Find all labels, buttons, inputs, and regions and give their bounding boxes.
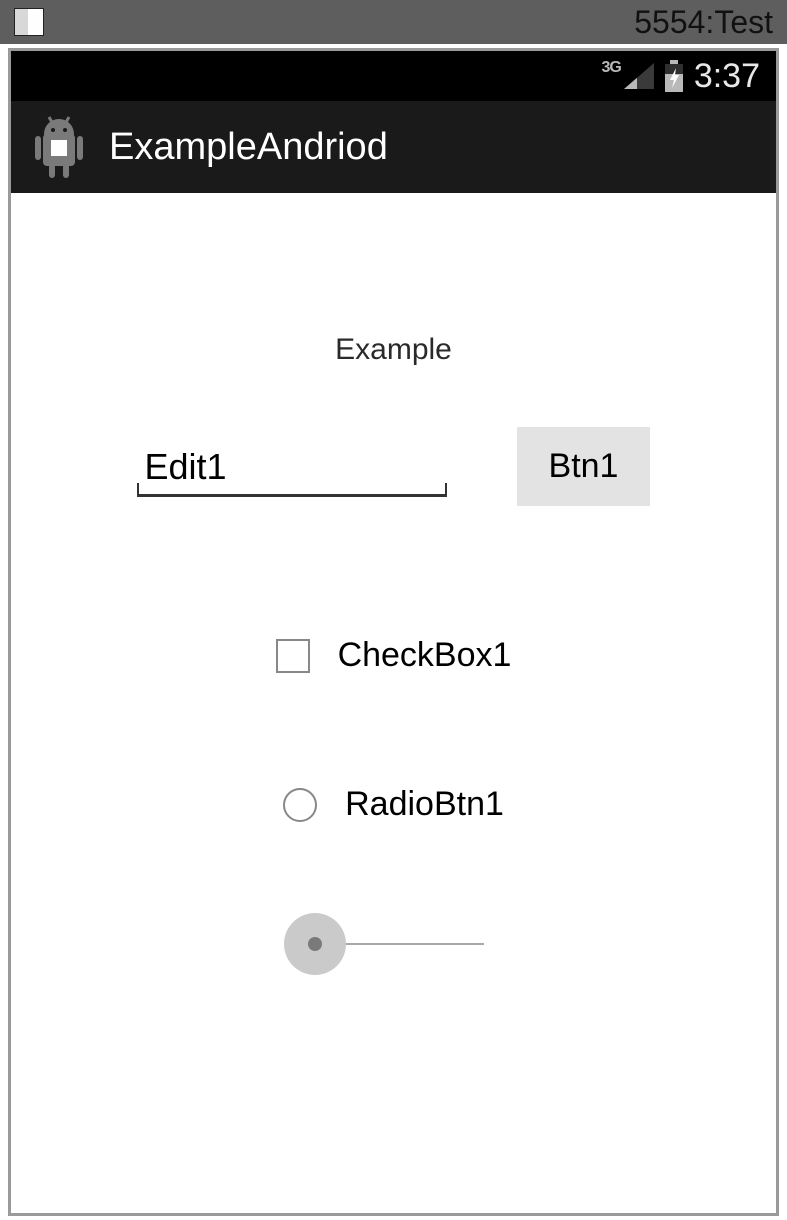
- checkbox1-label: CheckBox1: [338, 636, 512, 675]
- radio1[interactable]: [283, 788, 317, 822]
- window-icon: [14, 8, 44, 36]
- example-heading: Example: [335, 333, 452, 367]
- seekbar-thumb[interactable]: [284, 913, 346, 975]
- network-3g-label: 3G: [601, 59, 620, 77]
- radio1-label: RadioBtn1: [345, 785, 504, 824]
- radio-row: RadioBtn1: [283, 785, 504, 824]
- checkbox1[interactable]: [276, 639, 310, 673]
- battery-charging-icon: [664, 60, 684, 92]
- status-clock: 3:37: [694, 57, 760, 96]
- emulator-titlebar: 5554:Test: [0, 0, 787, 44]
- checkbox-row: CheckBox1: [276, 636, 512, 675]
- edit-wrapper: [137, 436, 447, 497]
- edit1-input[interactable]: [137, 436, 447, 497]
- phone-frame: 3G 3:37: [8, 48, 779, 1216]
- content-area: Example Btn1 CheckBox1 RadioBtn1: [11, 193, 776, 1213]
- status-bar: 3G 3:37: [11, 51, 776, 101]
- emulator-title: 5554:Test: [634, 4, 773, 41]
- signal-group: 3G: [601, 63, 653, 89]
- app-title: ExampleAndriod: [109, 126, 388, 169]
- seekbar[interactable]: [284, 914, 484, 974]
- android-robot-icon: [29, 114, 89, 180]
- form-row: Btn1: [137, 427, 651, 506]
- btn1-button[interactable]: Btn1: [517, 427, 651, 506]
- signal-icon: [624, 63, 654, 89]
- action-bar: ExampleAndriod: [11, 101, 776, 193]
